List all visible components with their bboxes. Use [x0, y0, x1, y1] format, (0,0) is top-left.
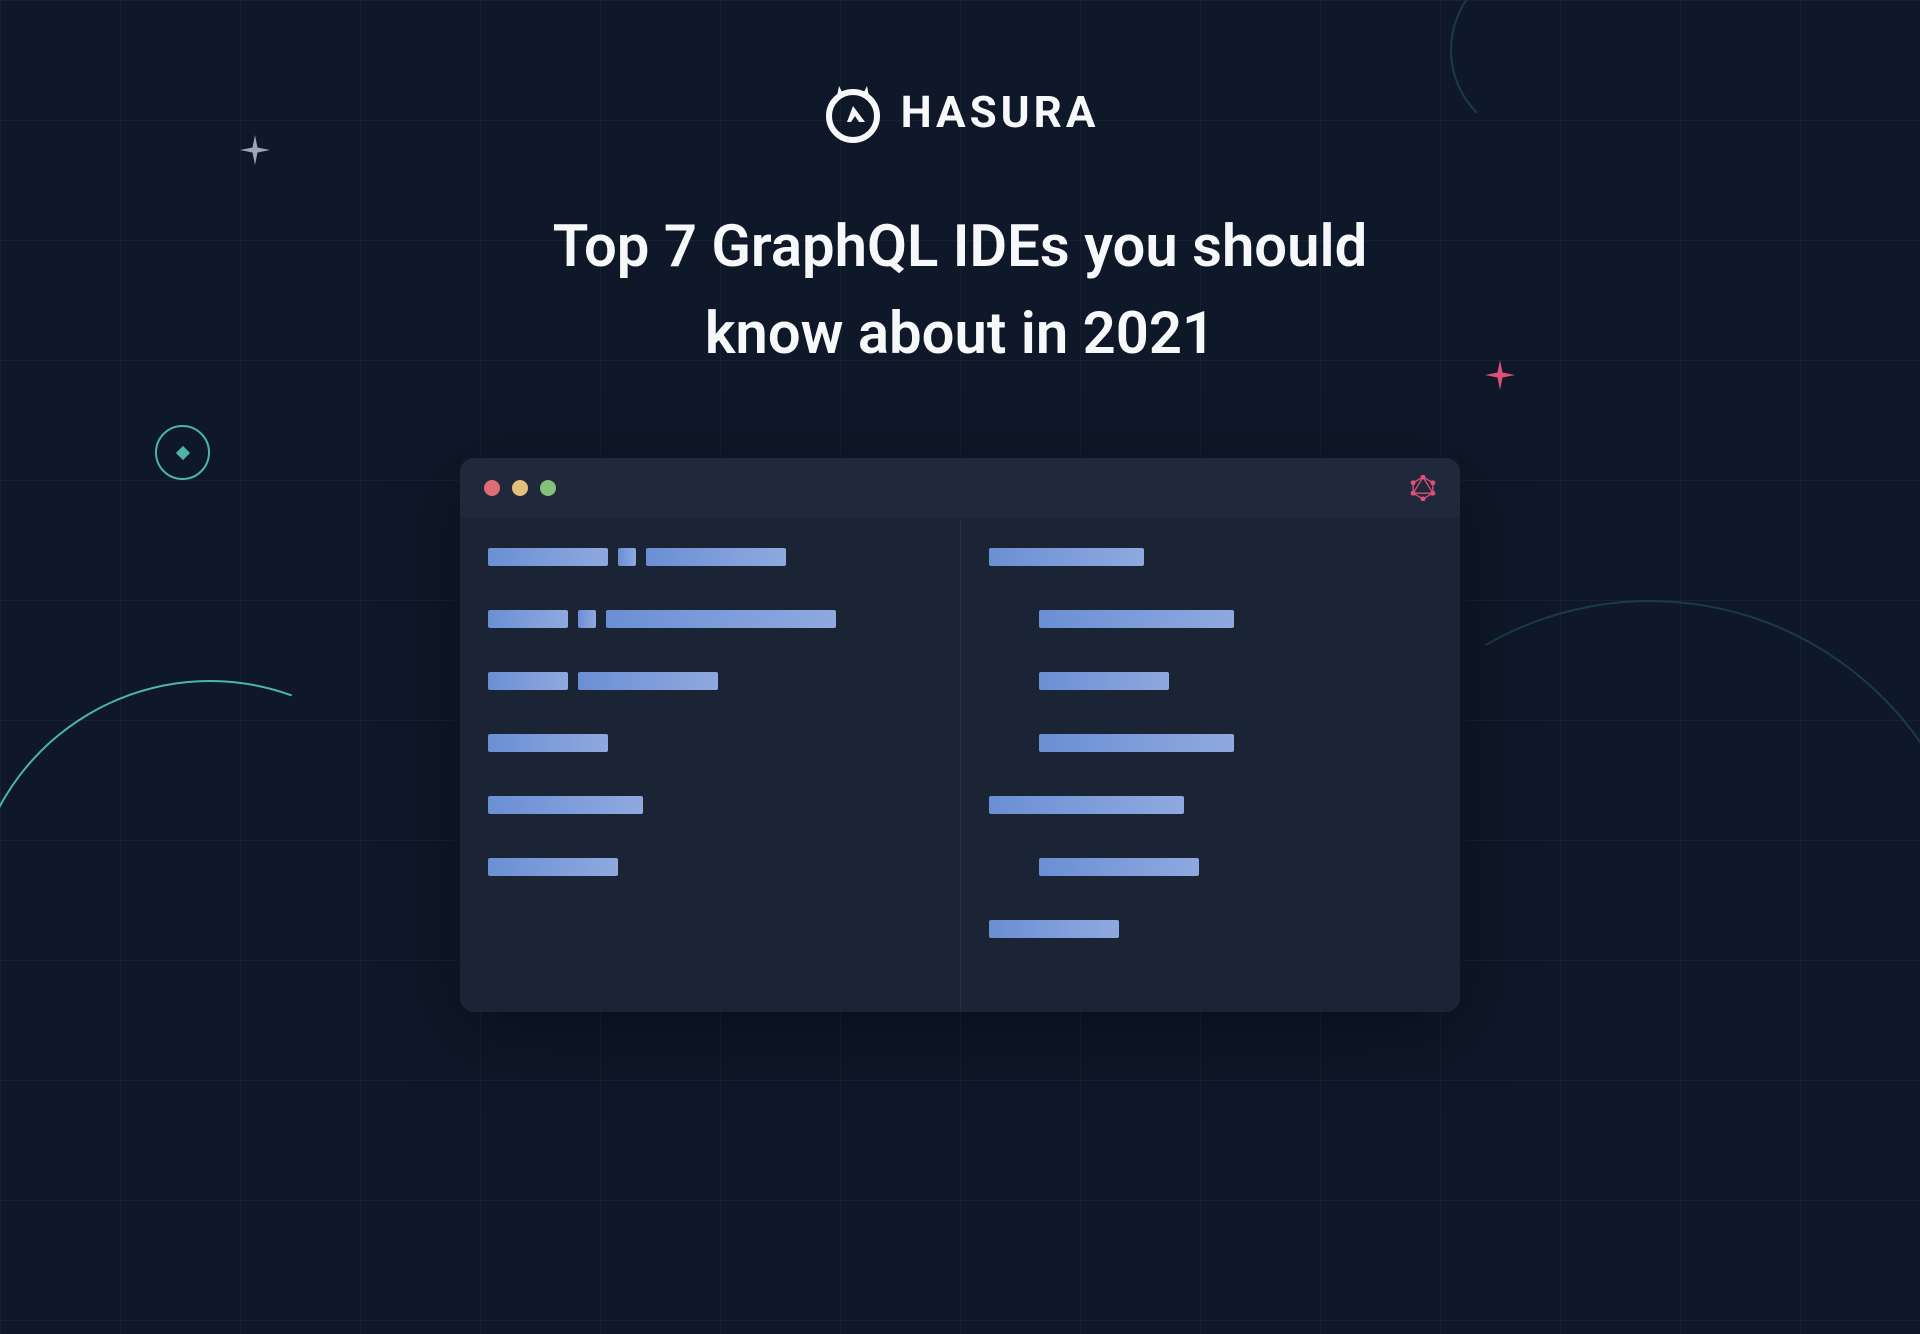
sparkle-decoration-2: [1485, 360, 1515, 390]
code-token: [488, 734, 608, 752]
code-token: [1039, 858, 1199, 876]
code-token: [646, 548, 786, 566]
logo-row: HASURA: [821, 80, 1100, 144]
code-token: [1039, 610, 1234, 628]
code-token: [1039, 734, 1234, 752]
code-token: [488, 858, 618, 876]
arc-decoration-top-right: [1450, 0, 1630, 140]
code-token: [578, 610, 596, 628]
code-token: [989, 920, 1119, 938]
hero-container: HASURA Top 7 GraphQL IDEs you should kno…: [0, 0, 1920, 1080]
window-body: [460, 518, 1460, 1012]
close-dot-icon: [484, 480, 500, 496]
code-line: [1039, 858, 1433, 876]
code-token: [488, 548, 608, 566]
code-line: [1039, 610, 1433, 628]
code-line: [488, 672, 932, 690]
editor-right-pane: [961, 518, 1461, 1012]
code-line: [989, 920, 1433, 938]
code-line: [488, 548, 932, 566]
code-window: [460, 458, 1460, 1012]
hero-title: Top 7 GraphQL IDEs you should know about…: [510, 204, 1410, 378]
arc-decoration-bottom-left: [0, 601, 529, 1239]
logo-text: HASURA: [901, 86, 1100, 138]
code-token: [1039, 672, 1169, 690]
code-line: [488, 734, 932, 752]
code-token: [488, 796, 643, 814]
code-line: [488, 796, 932, 814]
minimize-dot-icon: [512, 480, 528, 496]
editor-left-pane: [460, 518, 961, 1012]
code-token: [488, 672, 568, 690]
graphql-icon: [1410, 475, 1436, 501]
sparkle-decoration-1: [240, 135, 270, 165]
maximize-dot-icon: [540, 480, 556, 496]
code-line: [488, 610, 932, 628]
code-line: [1039, 672, 1433, 690]
window-titlebar: [460, 458, 1460, 518]
code-token: [488, 610, 568, 628]
code-line: [989, 548, 1433, 566]
code-token: [989, 796, 1184, 814]
hasura-logo-icon: [821, 80, 885, 144]
code-token: [606, 610, 836, 628]
code-token: [578, 672, 718, 690]
traffic-lights: [484, 480, 556, 496]
circle-diamond-decoration: [155, 425, 210, 480]
code-line: [989, 796, 1433, 814]
code-token: [618, 548, 636, 566]
code-line: [488, 858, 932, 876]
code-token: [989, 548, 1144, 566]
code-line: [1039, 734, 1433, 752]
